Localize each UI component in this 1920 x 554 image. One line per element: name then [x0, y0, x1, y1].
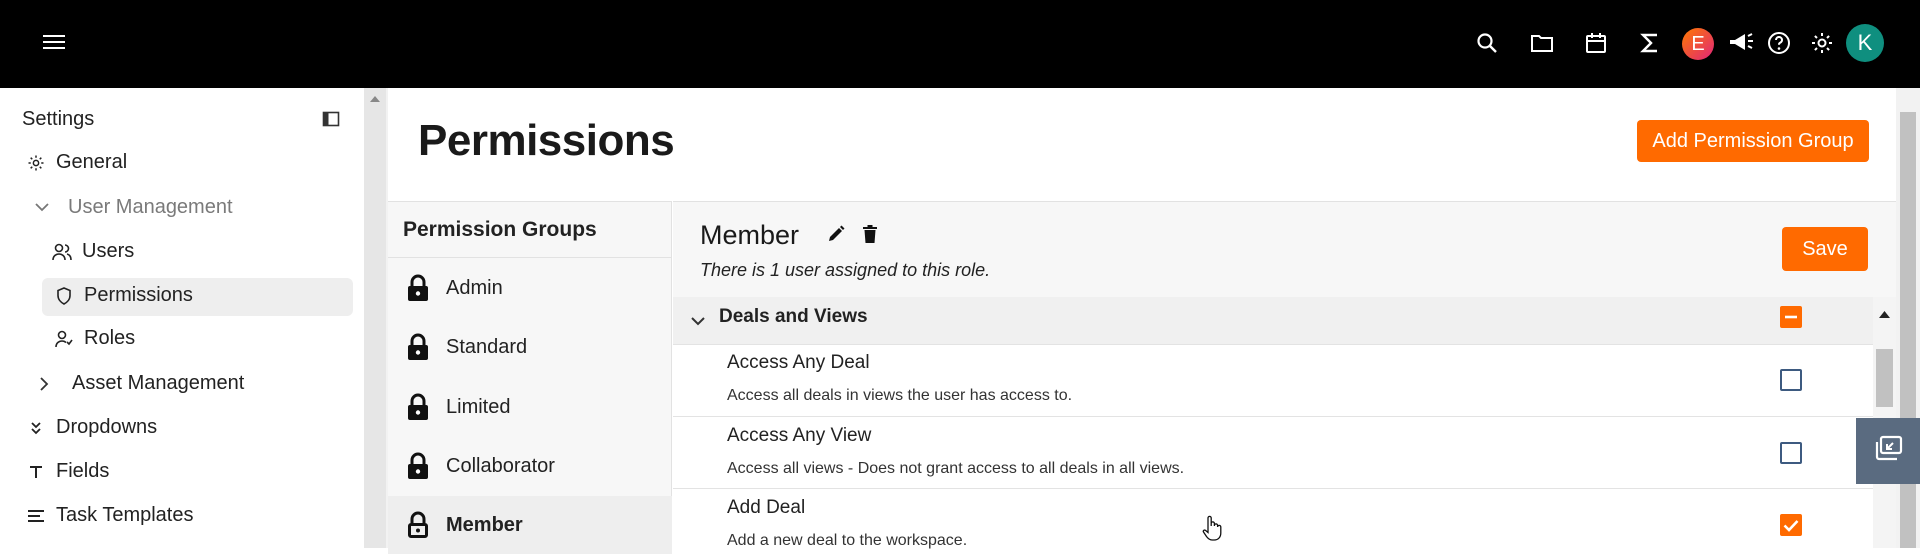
sidebar-item-label: Roles [84, 327, 136, 349]
sidebar-item-label: User Management [68, 196, 233, 218]
permission-description: Access all deals in views the user has a… [727, 387, 1073, 404]
permission-checkbox-access-any-view[interactable] [1780, 442, 1802, 464]
sidebar-item-label: General [56, 151, 128, 173]
group-label: Limited [446, 395, 511, 418]
page-title: Permissions [418, 116, 675, 165]
role-user-count: There is 1 user assigned to this role. [700, 260, 991, 280]
sidebar-item-fields[interactable]: Fields [26, 460, 109, 483]
divider [388, 257, 672, 258]
sidebar-item-label: Task Templates [56, 504, 194, 526]
unlocked-icon [406, 510, 430, 540]
role-header [673, 201, 1896, 297]
megaphone-icon[interactable] [1726, 28, 1756, 58]
permission-name: Add Deal [727, 497, 806, 518]
scroll-thumb[interactable] [1876, 349, 1893, 407]
help-icon[interactable] [1764, 28, 1794, 58]
user-avatar[interactable]: K [1846, 24, 1884, 62]
group-label: Collaborator [446, 454, 555, 477]
sidebar-title: Settings [22, 108, 95, 130]
sidebar-collapse-icon[interactable] [322, 110, 342, 130]
sigma-icon[interactable] [1635, 28, 1665, 58]
windows-icon [1873, 435, 1903, 468]
sidebar-item-task-templates[interactable]: Task Templates [26, 504, 193, 527]
user-role-icon [54, 329, 74, 349]
permission-group-member[interactable]: Member [388, 496, 672, 554]
sidebar-item-label: Dropdowns [56, 416, 158, 438]
list-icon [26, 506, 46, 526]
hand-cursor-icon [1202, 515, 1222, 541]
group-label: Admin [446, 276, 503, 299]
permission-name: Access Any Deal [727, 352, 870, 373]
edit-icon[interactable] [824, 222, 848, 246]
save-button[interactable]: Save [1782, 227, 1868, 271]
permission-group-limited[interactable]: Limited [388, 378, 672, 436]
chevron-down-icon[interactable] [686, 309, 710, 333]
search-icon[interactable] [1472, 28, 1502, 58]
avatar[interactable]: E [1682, 28, 1714, 60]
sidebar-scrollbar[interactable] [364, 88, 386, 548]
lock-icon [406, 332, 430, 362]
permission-group-collaborator[interactable]: Collaborator [388, 437, 672, 495]
calendar-icon[interactable] [1581, 28, 1611, 58]
menu-icon[interactable] [40, 28, 68, 56]
gear-icon [26, 153, 46, 173]
scroll-up-arrow-icon[interactable] [1879, 305, 1890, 323]
sidebar-item-label: Users [82, 240, 135, 262]
sidebar-item-dropdowns[interactable]: Dropdowns [26, 416, 157, 439]
add-permission-group-button[interactable]: Add Permission Group [1637, 120, 1869, 162]
lock-icon [406, 451, 430, 481]
permission-group-standard[interactable]: Standard [388, 318, 672, 376]
text-icon [26, 462, 46, 482]
role-name: Member [700, 220, 800, 250]
sidebar-item-label: Asset Management [72, 372, 245, 394]
permission-description: Access all views - Does not grant access… [727, 460, 1185, 477]
delete-icon[interactable] [858, 222, 882, 246]
top-navbar: E K [0, 0, 1920, 88]
lock-icon [406, 392, 430, 422]
sidebar-item-label: Fields [56, 460, 110, 482]
sidebar-item-users[interactable]: Users [52, 240, 134, 263]
shield-icon [54, 286, 74, 306]
gear-icon[interactable] [1807, 28, 1837, 58]
scroll-up-arrow-icon[interactable] [364, 90, 386, 108]
group-label: Member [446, 513, 523, 536]
sidebar-item-roles[interactable]: Roles [54, 327, 135, 350]
permission-description: Add a new deal to the workspace. [727, 532, 968, 549]
permission-group-admin[interactable]: Admin [388, 259, 672, 317]
sidebar-item-general[interactable]: General [26, 151, 127, 174]
permission-checkbox-add-deal[interactable] [1780, 514, 1802, 536]
sidebar-item-user-management[interactable]: User Management [32, 196, 233, 219]
sidebar-item-permissions[interactable]: Permissions [54, 284, 193, 307]
lock-icon [406, 273, 430, 303]
double-chevron-down-icon [26, 418, 46, 438]
permission-groups-title: Permission Groups [403, 218, 597, 241]
section-select-all-checkbox[interactable] [1780, 306, 1802, 328]
floating-windows-button[interactable] [1856, 418, 1920, 484]
permission-name: Access Any View [727, 425, 872, 446]
permission-checkbox-access-any-deal[interactable] [1780, 369, 1802, 391]
folder-icon[interactable] [1527, 28, 1557, 58]
sidebar-item-asset-management[interactable]: Asset Management [34, 372, 244, 395]
chevron-right-icon [34, 374, 54, 394]
chevron-down-icon [32, 198, 52, 218]
section-title: Deals and Views [719, 306, 868, 327]
users-icon [52, 242, 72, 262]
group-label: Standard [446, 335, 528, 358]
sidebar-item-label: Permissions [84, 284, 193, 306]
